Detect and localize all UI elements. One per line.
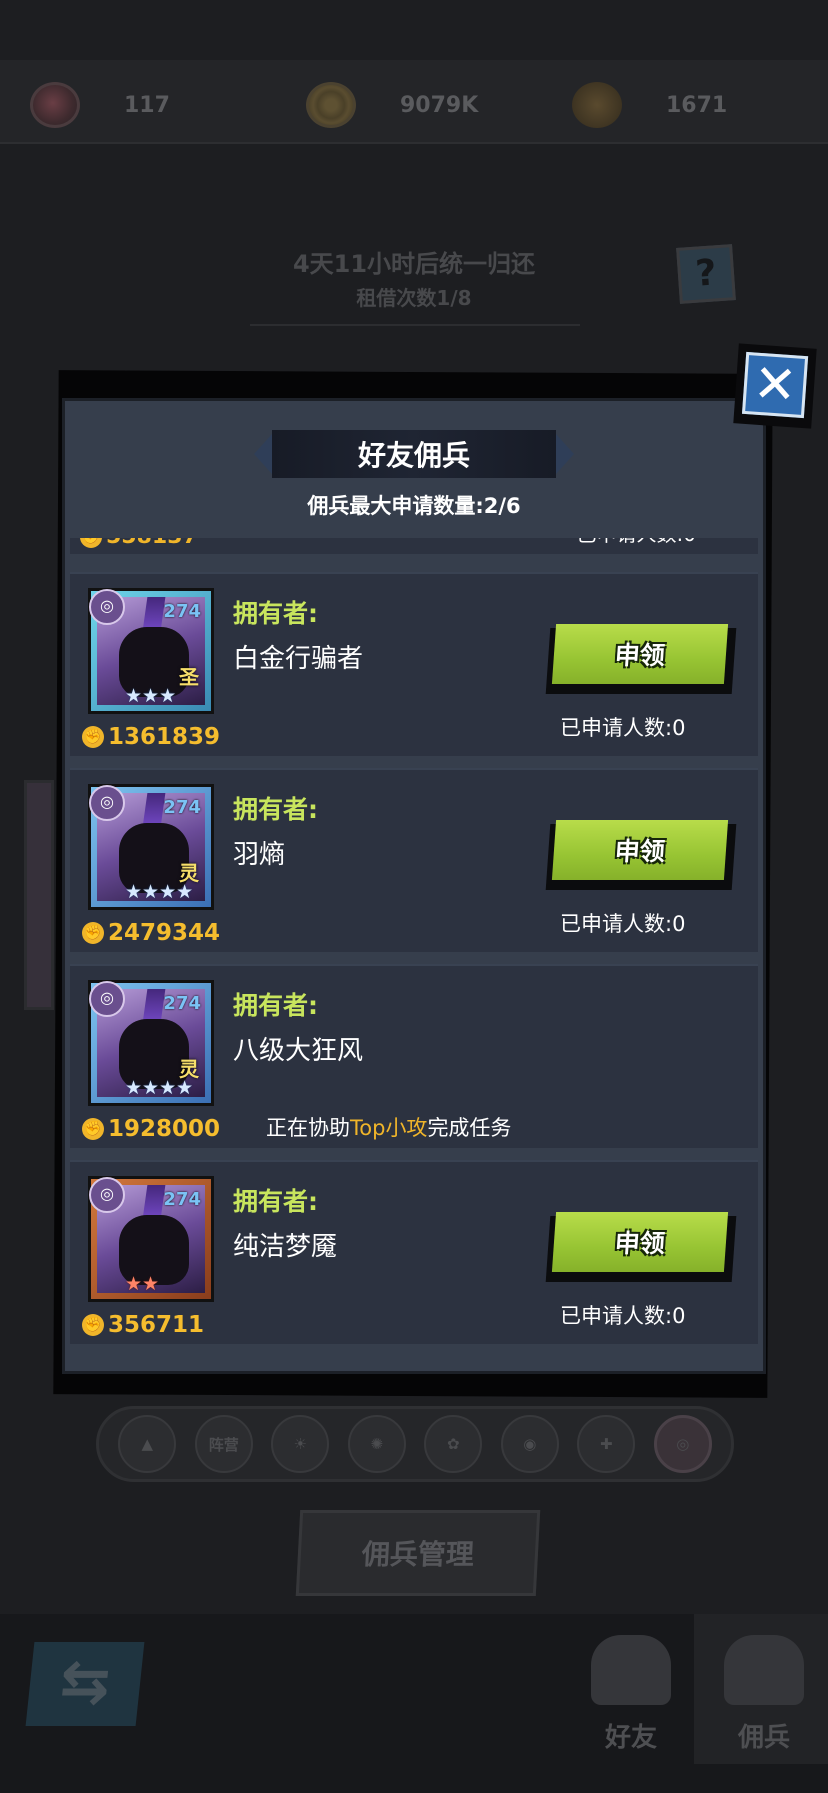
- star-rating: ★★★★: [125, 1077, 194, 1097]
- tab-friends[interactable]: 好友: [561, 1614, 701, 1764]
- hero-card[interactable]: 274 圣 ★★★ ◎: [88, 588, 214, 714]
- modal-title: 好友佣兵: [357, 439, 470, 472]
- hero-class-badge: 圣: [179, 665, 199, 689]
- applied-count: 已申请人数:0: [577, 538, 696, 547]
- faction-dark-icon[interactable]: ◎: [653, 1415, 712, 1473]
- power-value: 1361839: [108, 724, 221, 750]
- power-display: ✊ 2479344: [82, 920, 220, 946]
- back-arrow-icon[interactable]: ⇆: [25, 1642, 145, 1726]
- power-icon: ✊: [82, 726, 104, 748]
- tab-mercenary-label: 佣兵: [737, 1723, 790, 1753]
- background-card: [24, 780, 54, 1010]
- hero-level: 274: [163, 797, 201, 818]
- group-icon: [724, 1635, 804, 1705]
- max-apply-count: 佣兵最大申请数量:2/6: [307, 494, 521, 518]
- dark-faction-icon: ◎: [89, 1177, 125, 1213]
- owner-name: 羽熵: [233, 840, 286, 870]
- star-rating: ★★★: [125, 685, 177, 705]
- owner-label: 拥有者:: [233, 1187, 318, 1216]
- handshake-icon: [591, 1635, 671, 1705]
- owner-name: 纯洁梦魇: [233, 1232, 338, 1262]
- help-icon[interactable]: ?: [676, 244, 736, 304]
- power-icon: ✊: [82, 1118, 104, 1140]
- coin-value: 9079K: [400, 92, 479, 118]
- list-item: 274 圣 ★★★ ◎ ✊ 1361839 拥有者: 白金行骗者 申领 已申请人…: [70, 572, 758, 756]
- tab-friends-label: 好友: [604, 1723, 657, 1753]
- claim-button-label: 申领: [551, 820, 729, 880]
- faction-water-icon[interactable]: ◉: [500, 1415, 559, 1473]
- faction-all-icon[interactable]: ▲: [118, 1415, 177, 1473]
- coin-icon: [306, 82, 356, 128]
- stamina-resource: 117: [30, 82, 170, 128]
- power-display: ✊ 356711: [82, 1312, 204, 1338]
- list-item: 274 灵 ★★★★ ◎ ✊ 1928000 拥有者: 八级大狂风 正在协助To…: [70, 964, 758, 1148]
- hero-class-badge: 灵: [179, 1057, 199, 1081]
- applied-count: 已申请人数:0: [560, 716, 686, 740]
- power-icon: ✊: [80, 538, 102, 548]
- claim-button[interactable]: 申领: [545, 820, 737, 890]
- power-display: ✊ 558137: [80, 538, 198, 549]
- star-rating: ★★: [125, 1273, 160, 1293]
- hero-level: 274: [163, 993, 201, 1014]
- bag-value: 1671: [666, 92, 728, 118]
- bag-icon: [572, 82, 622, 128]
- owner-label: 拥有者:: [233, 599, 318, 628]
- applied-count: 已申请人数:0: [560, 912, 686, 936]
- power-display: ✊ 1361839: [82, 724, 220, 750]
- claim-button-label: 申领: [551, 1212, 729, 1272]
- faction-leaf-icon[interactable]: ✿: [424, 1415, 483, 1473]
- dark-faction-icon: ◎: [89, 981, 125, 1017]
- assist-player-name: Top小攻: [350, 1116, 428, 1140]
- stamina-value: 117: [124, 92, 170, 118]
- hero-class-badge: 灵: [179, 861, 199, 885]
- owner-label: 拥有者:: [233, 795, 318, 824]
- power-icon: ✊: [82, 1314, 104, 1336]
- heart-stamina-icon: [30, 82, 80, 128]
- bag-resource: 1671: [572, 82, 727, 128]
- list-item: 274 灵 ★★★★ ◎ ✊ 2479344 拥有者: 羽熵 申领 已申请人数:…: [70, 768, 758, 952]
- hero-card[interactable]: 274 ★★ ◎: [88, 1176, 214, 1302]
- close-button[interactable]: ✕: [733, 343, 817, 429]
- owner-label: 拥有者:: [233, 991, 318, 1020]
- claim-button-label: 申领: [551, 624, 729, 684]
- power-display: ✊ 1928000: [82, 1116, 220, 1142]
- hero-level: 274: [163, 601, 201, 622]
- owner-name: 八级大狂风: [233, 1036, 364, 1066]
- hero-level: 274: [163, 1189, 201, 1210]
- faction-camp-tab[interactable]: 阵营: [194, 1415, 253, 1473]
- faction-filter-bar: ▲ 阵营 ☀ ✺ ✿ ◉ ✚ ◎: [96, 1406, 734, 1482]
- dark-faction-icon: ◎: [89, 589, 125, 625]
- claim-button[interactable]: 申领: [545, 624, 737, 694]
- coin-resource: 9079K: [306, 82, 478, 128]
- modal-title-banner: 好友佣兵: [254, 430, 574, 478]
- dark-faction-icon: ◎: [89, 785, 125, 821]
- list-item: 274 ★★ ◎ ✊ 356711 拥有者: 纯洁梦魇 申领 已申请人数:0: [70, 1160, 758, 1344]
- assist-suffix: 完成任务: [427, 1116, 512, 1140]
- power-value: 558137: [106, 538, 198, 549]
- close-icon: ✕: [741, 351, 809, 419]
- list-item-partial: ✊ 558137 已申请人数:0: [70, 538, 758, 554]
- faction-fire-icon[interactable]: ✺: [347, 1415, 406, 1473]
- power-icon: ✊: [82, 922, 104, 944]
- mercenary-manage-button[interactable]: 佣兵管理: [295, 1510, 541, 1596]
- applied-count: 已申请人数:0: [560, 1304, 686, 1328]
- bottom-nav: ⇆ 好友 佣兵: [0, 1614, 828, 1793]
- owner-name: 白金行骗者: [233, 644, 364, 674]
- hero-card[interactable]: 274 灵 ★★★★ ◎: [88, 784, 214, 910]
- hero-card[interactable]: 274 灵 ★★★★ ◎: [88, 980, 214, 1106]
- star-rating: ★★★★: [125, 881, 194, 901]
- faction-sun-icon[interactable]: ☀: [271, 1415, 330, 1473]
- power-value: 2479344: [108, 920, 221, 946]
- divider: [250, 324, 580, 326]
- power-value: 1928000: [108, 1116, 221, 1142]
- assist-status: 正在协助Top小攻完成任务: [266, 1112, 511, 1142]
- tab-mercenary[interactable]: 佣兵: [694, 1614, 828, 1764]
- power-value: 356711: [108, 1312, 205, 1338]
- resource-bar: 117 9079K 1671: [0, 60, 828, 144]
- mercenary-list[interactable]: ✊ 558137 已申请人数:0 274 圣 ★★★ ◎ ✊ 1361839 拥…: [62, 538, 766, 1366]
- assist-prefix: 正在协助: [266, 1116, 350, 1140]
- claim-button[interactable]: 申领: [545, 1212, 737, 1282]
- faction-holy-icon[interactable]: ✚: [577, 1415, 636, 1473]
